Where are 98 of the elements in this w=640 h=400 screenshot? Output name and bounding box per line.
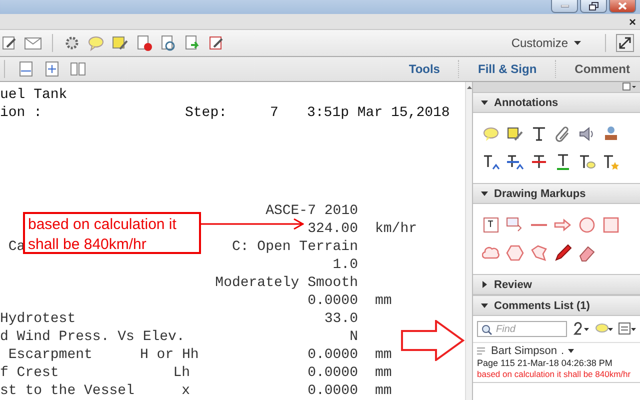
collapse-triangle-icon[interactable] — [481, 302, 488, 309]
expand-icon[interactable] — [616, 34, 634, 52]
caret-icon[interactable] — [568, 349, 574, 353]
comment-lines-icon — [477, 347, 487, 355]
document-text: mm — [375, 292, 392, 308]
section-header[interactable]: Drawing Markups — [473, 183, 640, 204]
document-text: 33.0 — [324, 310, 358, 326]
document-text: Escarpment — [7, 346, 92, 362]
text-replace-icon[interactable] — [506, 153, 524, 171]
find-field[interactable]: Find — [477, 321, 567, 337]
document-text: f Crest — [0, 364, 59, 380]
fit-page-icon[interactable] — [43, 60, 61, 78]
customize-button[interactable]: Customize — [505, 35, 587, 51]
edit-document-icon[interactable] — [0, 34, 18, 52]
document-text: Step: — [185, 104, 228, 122]
section-header[interactable]: Comments List (1) — [473, 295, 640, 316]
document-text: mm — [375, 382, 392, 398]
settings-icon[interactable] — [63, 34, 81, 52]
close-pane-button[interactable]: × — [628, 14, 636, 28]
form-edit-icon[interactable] — [207, 34, 225, 52]
document-text: 7 — [270, 104, 280, 122]
document-text: 0.0000 — [308, 364, 358, 380]
document-text: 324.00 — [308, 220, 358, 236]
document-export-icon[interactable] — [183, 34, 201, 52]
comment-item[interactable]: Bart Simpson . Page 115 21-Mar-18 04:26:38 PM based on calculation it shall be 840km/hr — [473, 342, 640, 383]
document-text: C: Open Terrain — [232, 238, 358, 254]
close-icon — [618, 2, 627, 10]
speech-bubble-icon[interactable] — [482, 125, 500, 143]
document-text: d Wind Press. Vs Elev. — [0, 328, 185, 344]
pane-tab[interactable]: Tools — [398, 62, 450, 76]
document-text: 1.0 — [332, 256, 358, 272]
restore-button[interactable] — [580, 0, 607, 13]
search-icon — [481, 324, 492, 335]
text-box-icon[interactable] — [482, 216, 500, 234]
document-text: km/hr — [375, 220, 418, 236]
section-header[interactable]: Annotations — [473, 92, 640, 113]
text-comment-icon[interactable] — [578, 153, 596, 171]
document-text: Hydrotest — [0, 310, 76, 326]
comment-meta: Page 115 21-Mar-18 04:26:38 PM — [477, 358, 614, 368]
polygon-icon[interactable] — [530, 244, 548, 262]
text-insert-icon[interactable] — [482, 153, 500, 171]
scrollbar[interactable] — [465, 82, 472, 400]
scroll-up-icon[interactable] — [466, 86, 472, 89]
sticky-note-pen-icon[interactable] — [111, 34, 129, 52]
document-delete-icon[interactable] — [135, 34, 153, 52]
document-text: Moderately Smooth — [215, 274, 358, 290]
document-text: ASCE-7 2010 — [266, 202, 358, 218]
pencil-icon[interactable] — [554, 244, 572, 262]
expand-triangle-icon[interactable] — [481, 281, 488, 288]
document-text: H or Hh — [140, 346, 199, 362]
pane-tab[interactable]: Fill & Sign — [468, 62, 547, 76]
two-page-icon[interactable] — [69, 60, 87, 78]
sort-icon[interactable] — [572, 320, 590, 338]
strikethrough-icon[interactable] — [530, 153, 548, 171]
document-text: 0.0000 — [308, 382, 358, 398]
section-title: Annotations — [494, 96, 558, 108]
document-text: 3:51p Mar 15,2018 — [307, 104, 451, 122]
document-text: mm — [375, 346, 392, 362]
document-text: x — [182, 382, 190, 398]
pane-options-icon[interactable] — [622, 82, 636, 91]
restore-icon — [588, 2, 598, 10]
circle-icon[interactable] — [578, 216, 596, 234]
document-text: 0.0000 — [308, 292, 358, 308]
underline-icon[interactable] — [554, 153, 572, 171]
document-text: 0.0000 — [308, 346, 358, 362]
square-icon[interactable] — [602, 216, 620, 234]
comment-status: . — [561, 345, 564, 357]
text-icon[interactable] — [530, 125, 548, 143]
document-text: Lh — [173, 364, 190, 380]
fit-width-icon[interactable] — [17, 60, 35, 78]
stamp-icon[interactable] — [602, 125, 620, 143]
speaker-icon[interactable] — [578, 125, 596, 143]
eraser-icon[interactable] — [578, 244, 596, 262]
text-star-icon[interactable] — [602, 153, 620, 171]
callout-note: based on calculation it shall be 840km/hr — [23, 212, 201, 254]
document-text: st to the Vessel — [0, 382, 134, 398]
comment-text: based on calculation it shall be 840km/hr — [477, 369, 632, 379]
arrow-icon[interactable] — [554, 216, 572, 234]
collapse-triangle-icon[interactable] — [481, 99, 488, 106]
caret-icon — [574, 41, 581, 45]
block-arrow — [401, 320, 465, 361]
section-header[interactable]: Review — [473, 274, 640, 295]
document-text: ion : — [0, 104, 44, 122]
document-text: uel Tank — [0, 86, 68, 104]
minimize-icon — [560, 4, 568, 8]
document-text: N — [350, 328, 358, 344]
section-title: Drawing Markups — [494, 188, 586, 200]
close-button[interactable] — [609, 0, 636, 13]
sticky-note-pen-icon[interactable] — [506, 125, 524, 143]
document-search-icon[interactable] — [159, 34, 177, 52]
document-text: mm — [375, 364, 392, 380]
section-title: Comments List (1) — [494, 300, 590, 312]
hexagon-icon[interactable] — [506, 244, 524, 262]
collapse-triangle-icon[interactable] — [481, 190, 488, 197]
comment-author: Bart Simpson — [491, 345, 558, 357]
pane-tab[interactable]: Comment — [564, 62, 640, 76]
section-title: Review — [494, 278, 532, 290]
callout-icon[interactable] — [506, 216, 524, 234]
